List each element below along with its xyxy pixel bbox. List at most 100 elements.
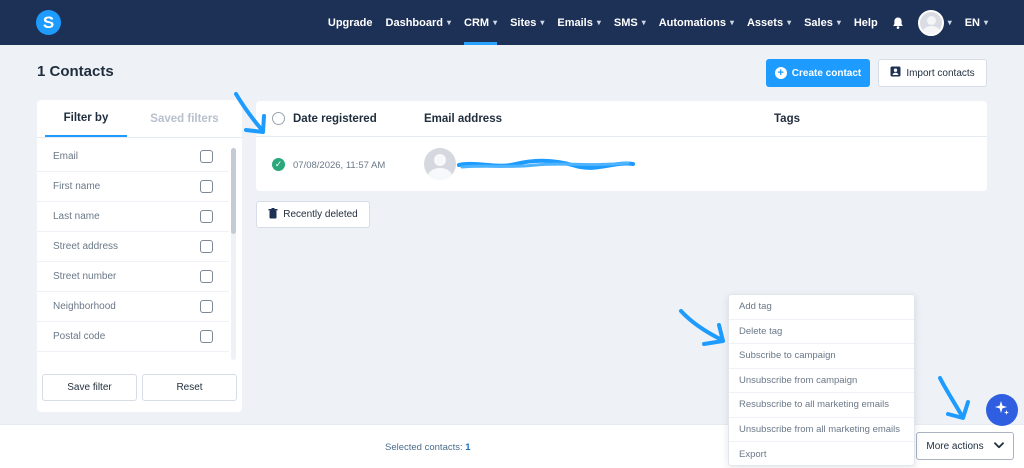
- chevron-down-icon: ▾: [493, 18, 498, 27]
- nav-item-assets[interactable]: Assets ▾: [747, 0, 791, 45]
- chevron-down-icon: [993, 441, 1004, 452]
- nav-item-label: Sites: [510, 16, 537, 29]
- redacted-email-scribble: [457, 158, 635, 170]
- selected-label: Selected contacts:: [385, 442, 463, 453]
- filter-field-street-number[interactable]: Street number: [37, 262, 229, 292]
- nav-item-label: Upgrade: [327, 16, 373, 29]
- nav-item-label: Assets: [746, 16, 784, 29]
- menu-item-add-tag[interactable]: Add tag: [729, 295, 914, 320]
- checkbox[interactable]: [200, 300, 213, 313]
- nav-item-help[interactable]: Help: [854, 0, 878, 45]
- filter-field-label: Street address: [53, 241, 119, 252]
- nav-item-crm[interactable]: CRM ▾: [464, 0, 498, 45]
- nav-item-label: Emails: [557, 16, 593, 29]
- save-filter-button[interactable]: Save filter: [42, 374, 137, 401]
- plus-circle-icon: +: [774, 67, 787, 79]
- nav-item-label: Automations: [658, 16, 726, 29]
- chevron-down-icon: ▾: [729, 18, 734, 27]
- selected-contacts-indicator: Selected contacts: 1: [385, 442, 471, 453]
- button-label: Import contacts: [906, 67, 975, 79]
- import-contacts-button[interactable]: Import contacts: [878, 59, 987, 87]
- checkbox[interactable]: [200, 150, 213, 163]
- menu-item-unsubscribe-campaign[interactable]: Unsubscribe from campaign: [729, 369, 914, 393]
- row-selected-check-icon[interactable]: ✓: [272, 158, 285, 171]
- chevron-down-icon: ▾: [446, 18, 451, 27]
- nav-item-label: Help: [853, 16, 878, 29]
- nav-item-label: Dashboard: [385, 16, 443, 29]
- menu-item-unsubscribe-all[interactable]: Unsubscribe from all marketing emails: [729, 418, 914, 442]
- sparkle-icon: [994, 400, 1010, 421]
- menu-item-subscribe-campaign[interactable]: Subscribe to campaign: [729, 344, 914, 369]
- chevron-down-icon: ▾: [787, 18, 792, 27]
- selected-count: 1: [465, 442, 471, 453]
- tab-saved-filters[interactable]: Saved filters: [127, 100, 242, 137]
- recently-deleted-button[interactable]: Recently deleted: [256, 201, 370, 228]
- nav-item-sites[interactable]: Sites ▾: [510, 0, 544, 45]
- checkbox[interactable]: [200, 210, 213, 223]
- button-label: More actions: [926, 440, 984, 452]
- nav-item-label: SMS: [613, 16, 638, 29]
- notifications-button[interactable]: [891, 0, 905, 45]
- top-navigation: S Upgrade Dashboard ▾ CRM ▾ Sites ▾ Emails ▾…: [0, 0, 1024, 45]
- create-contact-button[interactable]: + Create contact: [766, 59, 870, 87]
- user-menu[interactable]: ▾: [917, 0, 952, 45]
- more-actions-button[interactable]: More actions: [916, 432, 1014, 460]
- filter-field-postal-code[interactable]: Postal code: [37, 322, 229, 352]
- filter-tabs: Filter by Saved filters: [37, 100, 242, 138]
- checkbox[interactable]: [200, 270, 213, 283]
- button-label: Recently deleted: [283, 209, 358, 220]
- select-all-radio[interactable]: [272, 112, 285, 125]
- app-logo[interactable]: S: [36, 10, 61, 35]
- column-tags[interactable]: Tags: [774, 113, 800, 125]
- filter-field-label: Email: [53, 151, 79, 162]
- annotation-arrow: [679, 309, 725, 346]
- trash-icon: [268, 207, 278, 222]
- nav-item-label: Sales: [804, 16, 833, 29]
- filter-field-first-name[interactable]: First name: [37, 172, 229, 202]
- nav-item-dashboard[interactable]: Dashboard ▾: [386, 0, 451, 45]
- filter-field-last-name[interactable]: Last name: [37, 202, 229, 232]
- checkbox[interactable]: [200, 180, 213, 193]
- menu-item-export[interactable]: Export: [729, 442, 914, 467]
- tab-filter-by[interactable]: Filter by: [45, 100, 127, 137]
- table-row[interactable]: ✓ 07/08/2026, 11:57 AM: [256, 137, 987, 191]
- filter-scrollbar[interactable]: [231, 148, 236, 360]
- checkbox[interactable]: [200, 240, 213, 253]
- filter-panel: Filter by Saved filters Email First name…: [37, 100, 242, 412]
- chevron-down-icon: ▾: [836, 18, 841, 27]
- filter-field-email[interactable]: Email: [37, 142, 229, 172]
- nav-item-emails[interactable]: Emails ▾: [557, 0, 600, 45]
- menu-item-delete-tag[interactable]: Delete tag: [729, 320, 914, 344]
- scrollbar-thumb[interactable]: [231, 148, 236, 234]
- page-title: 1 Contacts: [37, 63, 114, 80]
- avatar: [424, 148, 456, 180]
- checkbox[interactable]: [200, 330, 213, 343]
- column-date-registered[interactable]: Date registered: [293, 113, 377, 125]
- filter-field-label: Street number: [53, 271, 117, 282]
- filter-field-street-address[interactable]: Street address: [37, 232, 229, 262]
- chevron-down-icon: ▾: [947, 18, 952, 27]
- ai-assistant-button[interactable]: [986, 394, 1018, 426]
- chevron-down-icon: ▾: [596, 18, 601, 27]
- language-label: EN: [964, 16, 980, 29]
- button-label: Create contact: [791, 67, 862, 79]
- table-header: Date registered Email address Tags: [256, 101, 987, 137]
- nav-item-upgrade[interactable]: Upgrade: [328, 0, 373, 45]
- filter-field-label: Postal code: [53, 331, 106, 342]
- filter-field-neighborhood[interactable]: Neighborhood: [37, 292, 229, 322]
- annotation-arrow: [938, 376, 970, 420]
- nav-menu: Upgrade Dashboard ▾ CRM ▾ Sites ▾ Emails ▾ S…: [328, 0, 988, 45]
- contacts-table: Date registered Email address Tags ✓ 07/…: [256, 101, 987, 191]
- chevron-down-icon: ▾: [540, 18, 545, 27]
- nav-item-label: CRM: [464, 16, 490, 29]
- reset-button[interactable]: Reset: [142, 374, 237, 401]
- nav-item-sales[interactable]: Sales ▾: [804, 0, 841, 45]
- menu-item-resubscribe-all[interactable]: Resubscribe to all marketing emails: [729, 393, 914, 418]
- nav-item-automations[interactable]: Automations ▾: [659, 0, 734, 45]
- filter-field-label: Neighborhood: [53, 301, 116, 312]
- nav-item-sms[interactable]: SMS ▾: [614, 0, 646, 45]
- avatar: [917, 9, 944, 36]
- language-selector[interactable]: EN ▾: [965, 0, 988, 45]
- column-email-address[interactable]: Email address: [424, 113, 502, 125]
- filter-field-label: Last name: [53, 211, 100, 222]
